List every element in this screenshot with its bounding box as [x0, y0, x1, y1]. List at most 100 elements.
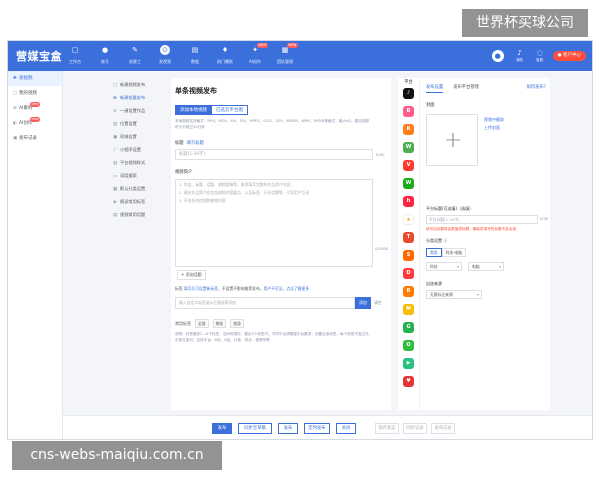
submenu-item-label: 新建视频发布	[120, 82, 146, 87]
tag-hint: 不设置不影响推荐发布	[221, 286, 260, 291]
nav-icon: ▢	[71, 46, 79, 54]
sidebar-item[interactable]: ◐ AI创作 NEW	[8, 116, 62, 131]
cover-upload-box[interactable]: +	[426, 114, 478, 166]
add-topic-button[interactable]: + 添加话题	[177, 270, 206, 280]
platform-icon[interactable]: B	[403, 106, 414, 117]
platform-icon[interactable]: ♥	[403, 376, 414, 387]
nav-icon: ♦	[221, 46, 229, 54]
platform-icon[interactable]: W	[403, 142, 414, 153]
sidebar-item-label: AI创作	[19, 121, 33, 126]
sidebar-item-label: 我的视频	[19, 91, 37, 96]
nav-label: 数据	[191, 59, 199, 64]
title-link[interactable]: 填写标题	[187, 141, 204, 146]
watermark-bottom: cns-webs-maiqiu.com.cn	[12, 441, 222, 470]
submenu-item[interactable]: ▤ 位置设置	[113, 117, 165, 130]
publish-settings-panel: 发布设置 发布平台管理 如何发布? 封面 + 视频中截取 上传封面 平台标题(可…	[420, 78, 550, 410]
source-select[interactable]: 无需标注来源 ▾	[426, 290, 482, 299]
tab-publish-settings[interactable]: 发布设置	[426, 84, 444, 93]
cover-from-video-link[interactable]: 视频中截取	[484, 116, 504, 124]
platform-title-input[interactable]: 平台标题(1-30字)	[426, 215, 538, 224]
nav-item[interactable]: ⊙ 发视频	[150, 41, 180, 71]
nav-item[interactable]: ● 账号	[90, 41, 120, 71]
chevron-down-icon: ▾	[477, 292, 479, 297]
avatar[interactable]: ●	[491, 50, 504, 62]
tag-input[interactable]: 输入自定义标签或从左侧选择添加	[175, 297, 355, 309]
tab-cloud-video[interactable]: 已选云平台图	[212, 105, 248, 115]
platform-icon[interactable]: T	[403, 232, 414, 243]
platform-title-count: 0/30	[540, 217, 549, 221]
platform-icon[interactable]: S	[403, 250, 414, 261]
category-common[interactable]: 常用	[426, 248, 442, 257]
sidebar-item-label: AI素材	[19, 106, 33, 111]
nav-item[interactable]: ▦ 团队管理 NEW	[270, 41, 300, 71]
submenu-item[interactable]: ◈ 随读常用标签	[113, 195, 165, 208]
source-select-value: 无需标注来源	[430, 292, 453, 297]
platform-icon[interactable]: ♪	[403, 88, 414, 99]
submenu-item-label: 同城设置	[120, 134, 137, 139]
nav-item[interactable]: ▢ 工作台	[60, 41, 90, 71]
tag-add-button[interactable]: 添加	[355, 297, 371, 309]
category-tech[interactable]: 科技·电脑	[441, 248, 466, 257]
nav-item[interactable]: ♦ 热门爆款	[210, 41, 240, 71]
platform-icon[interactable]: K	[403, 124, 414, 135]
platform-icon[interactable]: h	[403, 196, 414, 207]
submenu-item[interactable]: ▤ 视频常用话题	[113, 208, 165, 221]
tab-platform-manage[interactable]: 发布平台管理	[453, 84, 479, 93]
publish-records-button[interactable]: 发布记录	[431, 423, 455, 434]
platform-icon[interactable]: R	[403, 286, 414, 297]
sync-records-button[interactable]: 同步记录	[403, 423, 427, 434]
notify-button[interactable]: ♪ 通知	[513, 49, 527, 63]
category-select-1[interactable]: 科技 ▾	[426, 262, 462, 271]
platform-icon[interactable]: D	[403, 268, 414, 279]
platform-icon[interactable]: O	[403, 340, 414, 351]
tag-clear-button[interactable]: 清空	[374, 300, 382, 306]
sidebar-item[interactable]: ▣ 发布记录	[8, 131, 62, 146]
platform-title-warning: 填写后标题将会覆盖原标题，确保您填写的标题不会出错	[426, 227, 516, 231]
submenu-item[interactable]: ▢ 新建视频发布	[113, 78, 165, 91]
saved-status-button[interactable]: 保存状态	[375, 423, 399, 434]
timed-publish-button[interactable]: 定时发布	[304, 423, 330, 434]
platform-header: 平台	[404, 80, 413, 85]
upload-cover-link[interactable]: 上传封面	[484, 124, 504, 132]
category-select-2[interactable]: 电脑 ▾	[468, 262, 504, 271]
sidebar-item[interactable]: ✚ 发视频	[8, 71, 62, 86]
submenu-item[interactable]: ⊕ 新建批量发布	[113, 91, 165, 104]
submenu-item[interactable]: ≡ 一键设置作品	[113, 104, 165, 117]
service-button[interactable]: ◌ 客服	[533, 49, 547, 63]
common-tag-chip[interactable]: 全部	[195, 319, 209, 328]
title-input[interactable]: 标题(1-30字)	[175, 149, 373, 160]
platform-icon[interactable]: M	[403, 304, 414, 315]
platform-icon[interactable]: W	[403, 178, 414, 189]
platform-icon[interactable]: ★	[403, 214, 414, 225]
desc-placeholder-line: 3. 不含任何违规和敏感内容	[179, 198, 226, 203]
sync-draft-button[interactable]: 同步至草稿	[238, 423, 272, 434]
sidebar-item[interactable]: ▢ 我的视频	[8, 86, 62, 101]
nav-item[interactable]: ✎ 创意工	[120, 41, 150, 71]
nav-item[interactable]: ▤ 数据	[180, 41, 210, 71]
tag-learn-more-link[interactable]: ，用户不可见，点击了解更多	[260, 286, 309, 291]
tab-local-video[interactable]: 添加本地视频	[175, 105, 212, 115]
submenu-item-label: 深度搜索	[120, 173, 137, 178]
nav-item[interactable]: ✦ AI创作 NEW	[240, 41, 270, 71]
desc-placeholder-line: 2. 建议作品简介应包含视频内容要点，以及标签、行业话题等，引导用户互动	[179, 190, 310, 195]
platform-icon[interactable]: G	[403, 322, 414, 333]
submenu-item[interactable]: ▣ 同城设置	[113, 130, 165, 143]
publish-button[interactable]: 发布	[212, 423, 232, 434]
how-to-publish-link[interactable]: 如何发布?	[527, 84, 546, 90]
tag-label: 标签	[175, 286, 183, 291]
queue-publish-button[interactable]: 发布	[278, 423, 298, 434]
desc-textarea[interactable]: 1. 作品、标题、话题、视频投稿等，推荐填写完整的作品简介内容； 2. 建议作品…	[175, 179, 373, 267]
submenu-item[interactable]: ▥ 平台视频样式	[113, 156, 165, 169]
common-tag-chip[interactable]: 美妆	[212, 319, 227, 328]
title-count: 0/30	[376, 152, 385, 157]
top-bar: 营媒宝盒 ▢ 工作台 ● 账号 ✎ 创意工 ⊙ 发视频 ▤ 数据 ♦ 热门爆款 ✦ AI创作 NEW ▦ 团队管…	[8, 41, 592, 71]
submenu-item[interactable]: ♪ 小程序设置	[113, 143, 165, 156]
platform-icon[interactable]: ▶	[403, 358, 414, 369]
sidebar-item[interactable]: ⊕ AI素材 NEW	[8, 101, 62, 116]
submenu-item[interactable]: ▭ 深度搜索	[113, 169, 165, 182]
close-button[interactable]: 关闭	[336, 423, 356, 434]
submenu-item[interactable]: ▦ 默认分类设置	[113, 182, 165, 195]
common-tag-chip[interactable]: 旅游	[230, 319, 244, 328]
platform-icon[interactable]: V	[403, 160, 414, 171]
customer-center-button[interactable]: ● 客户中心	[552, 51, 586, 61]
